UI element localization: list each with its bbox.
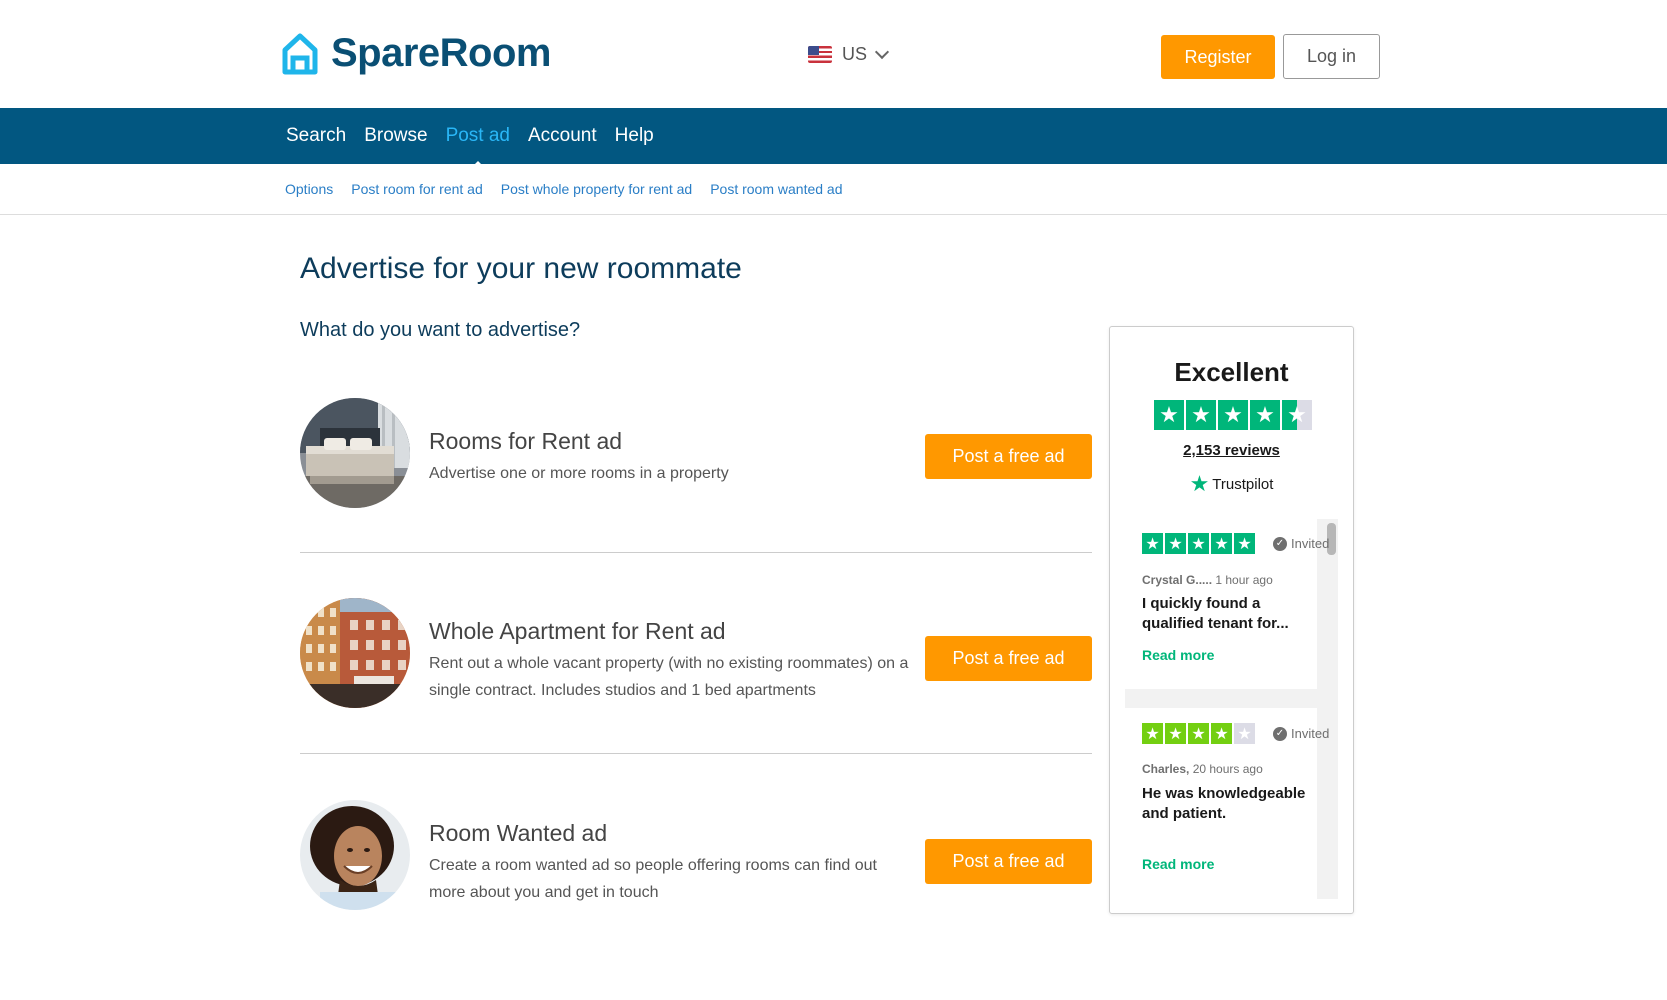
login-button[interactable]: Log in xyxy=(1283,34,1380,79)
review-card[interactable]: ★ ★ ★ ★ ★ ✓ Invited Crystal G..... 1 hou… xyxy=(1125,519,1329,689)
subnav-room-wanted-link[interactable]: Post room wanted ad xyxy=(710,181,842,197)
ad-option-whole-apartment: Whole Apartment for Rent ad Rent out a w… xyxy=(300,598,1092,708)
star-icon: ★ xyxy=(1218,400,1248,430)
apartment-building-photo xyxy=(300,598,410,708)
nav-item-account[interactable]: Account xyxy=(528,125,597,147)
locale-label: US xyxy=(842,44,868,64)
ad-title: Rooms for Rent ad xyxy=(429,428,623,454)
reviewer-name: Charles, xyxy=(1142,762,1190,776)
brand-name: SpareRoom xyxy=(331,30,552,75)
invited-label: Invited xyxy=(1291,726,1330,741)
post-free-ad-button[interactable]: Post a free ad xyxy=(925,839,1092,884)
us-flag-icon xyxy=(808,46,832,63)
ad-title: Whole Apartment for Rent ad xyxy=(429,618,726,644)
trustpilot-star-icon: ★ xyxy=(1189,471,1210,496)
house-logo-icon xyxy=(282,33,318,75)
review-text: He was knowledgeable and patient. xyxy=(1142,785,1306,822)
star-icon: ★ xyxy=(1250,400,1280,430)
rating-word: Excellent xyxy=(1174,357,1289,387)
review-time: 20 hours ago xyxy=(1192,762,1263,776)
subnav-whole-property-link[interactable]: Post whole property for rent ad xyxy=(501,181,692,197)
nav-item-post-ad[interactable]: Post ad xyxy=(446,125,510,168)
trustpilot-logo[interactable]: ★ Trustpilot xyxy=(1110,471,1353,497)
nav-item-browse[interactable]: Browse xyxy=(364,125,427,147)
bedroom-photo xyxy=(300,398,410,508)
subnav-room-for-rent-link[interactable]: Post room for rent ad xyxy=(351,181,483,197)
invited-badge: ✓ Invited xyxy=(1273,726,1329,741)
chevron-down-icon xyxy=(874,44,890,59)
ad-option-rooms-for-rent: Rooms for Rent ad Advertise one or more … xyxy=(300,398,1092,508)
nav-item-help[interactable]: Help xyxy=(615,125,654,147)
divider xyxy=(300,552,1092,553)
star-icon: ★ xyxy=(1142,533,1163,554)
sub-nav: Options Post room for rent ad Post whole… xyxy=(0,164,1667,215)
reviews-count-link[interactable]: 2,153 reviews xyxy=(1110,442,1353,459)
reviews-carousel[interactable]: ★ ★ ★ ★ ★ ✓ Invited Crystal G..... 1 hou… xyxy=(1125,519,1338,899)
star-icon: ★ xyxy=(1165,723,1186,744)
review-text: I quickly found a qualified tenant for..… xyxy=(1142,595,1289,632)
review-stars: ★ ★ ★ ★ ★ xyxy=(1142,533,1255,554)
half-star-icon: ★ xyxy=(1282,400,1312,430)
nav-item-search[interactable]: Search xyxy=(286,125,346,147)
trustpilot-logo-text: Trustpilot xyxy=(1212,475,1274,493)
star-icon: ★ xyxy=(1211,723,1232,744)
smiling-man-photo xyxy=(300,800,410,910)
invited-label: Invited xyxy=(1291,536,1330,551)
reviewer-info: Charles, 20 hours ago xyxy=(1142,762,1263,776)
star-icon: ★ xyxy=(1188,533,1209,554)
review-card[interactable]: ★ ★ ★ ★ ★ ✓ Invited Charles, 20 hours ag… xyxy=(1125,708,1329,899)
ad-option-room-wanted: Room Wanted ad Create a room wanted ad s… xyxy=(300,800,1092,910)
rating-stars: ★ ★ ★ ★ ★ xyxy=(1154,400,1312,430)
post-free-ad-button[interactable]: Post a free ad xyxy=(925,636,1092,681)
star-icon: ★ xyxy=(1234,533,1255,554)
spareroom-logo[interactable]: SpareRoom xyxy=(281,30,552,76)
ad-description: Rent out a whole vacant property (with n… xyxy=(429,655,909,699)
star-icon: ★ xyxy=(1154,400,1184,430)
review-time: 1 hour ago xyxy=(1215,573,1273,587)
invited-badge: ✓ Invited xyxy=(1273,536,1329,551)
site-header: SpareRoom US Register Log in xyxy=(0,0,1667,108)
register-button[interactable]: Register xyxy=(1161,35,1275,79)
star-icon: ★ xyxy=(1211,533,1232,554)
divider xyxy=(300,753,1092,754)
check-icon: ✓ xyxy=(1273,726,1287,741)
locale-selector[interactable]: US xyxy=(808,44,890,65)
star-icon: ★ xyxy=(1188,723,1209,744)
ad-description: Advertise one or more rooms in a propert… xyxy=(429,465,729,482)
star-icon: ★ xyxy=(1165,533,1186,554)
review-stars: ★ ★ ★ ★ ★ xyxy=(1142,723,1255,744)
read-more-link[interactable]: Read more xyxy=(1142,856,1214,872)
post-free-ad-button[interactable]: Post a free ad xyxy=(925,434,1092,479)
star-icon: ★ xyxy=(1186,400,1216,430)
reviewer-name: Crystal G..... xyxy=(1142,573,1213,587)
reviewer-info: Crystal G..... 1 hour ago xyxy=(1142,573,1273,587)
trustpilot-widget: Excellent ★ ★ ★ ★ ★ 2,153 reviews ★ Trus… xyxy=(1109,326,1354,914)
advertise-question: What do you want to advertise? xyxy=(300,319,581,341)
subnav-options-link[interactable]: Options xyxy=(285,181,333,197)
page-title: Advertise for your new roommate xyxy=(300,252,742,285)
ad-description: Create a room wanted ad so people offeri… xyxy=(429,857,877,901)
empty-star-icon: ★ xyxy=(1234,723,1255,744)
read-more-link[interactable]: Read more xyxy=(1142,647,1214,663)
check-icon: ✓ xyxy=(1273,536,1287,551)
main-nav: Search Browse Post ad Account Help xyxy=(0,108,1667,168)
star-icon: ★ xyxy=(1142,723,1163,744)
ad-title: Room Wanted ad xyxy=(429,820,608,846)
